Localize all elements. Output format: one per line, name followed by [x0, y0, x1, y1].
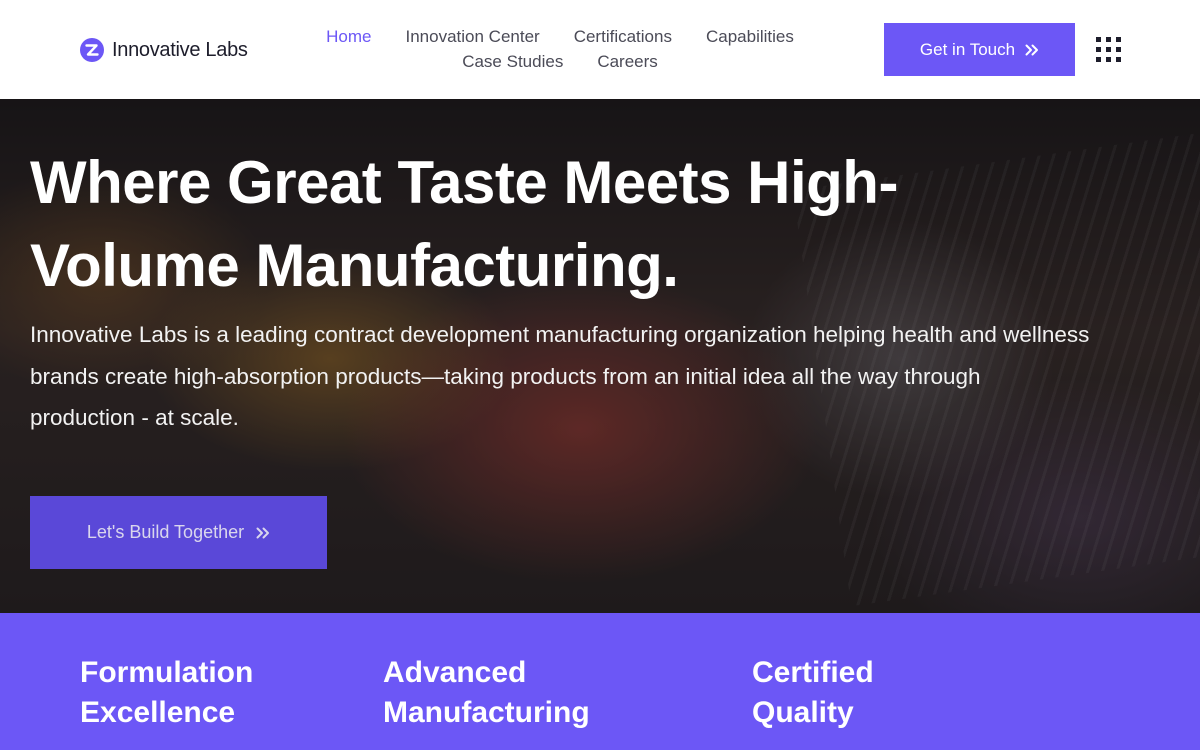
logo-icon [80, 38, 104, 62]
feature-title-line-1: Formulation [80, 656, 254, 689]
get-in-touch-button[interactable]: Get in Touch [884, 23, 1075, 76]
grid-menu-icon[interactable] [1096, 37, 1121, 62]
hero-description: Innovative Labs is a leading contract de… [30, 314, 1180, 439]
main-nav: Home Innovation Center Certifications Ca… [300, 24, 820, 74]
feature-title-line-2: Quality [752, 696, 854, 729]
hero-description-line-3: production - at scale. [30, 405, 239, 430]
features-band: Formulation Excellence Advanced Manufact… [0, 613, 1200, 750]
double-chevron-right-icon [256, 527, 270, 538]
feature-certified-quality: Certified Quality [752, 653, 874, 733]
feature-title-line-2: Excellence [80, 696, 236, 729]
nav-item-certifications[interactable]: Certifications [574, 27, 672, 47]
hero-title-line-1: Where Great Taste Meets High- [30, 149, 898, 216]
nav-item-capabilities[interactable]: Capabilities [706, 27, 794, 47]
lets-build-together-button[interactable]: Let's Build Together [30, 496, 327, 569]
brand-logo[interactable]: Innovative Labs [80, 37, 248, 63]
nav-row-secondary: Case Studies Careers [300, 49, 820, 74]
feature-title-line-2: Manufacturing [383, 696, 590, 729]
nav-row-primary: Home Innovation Center Certifications Ca… [300, 24, 820, 49]
hero-description-line-2: brands create high-absorption products—t… [30, 363, 981, 389]
feature-advanced-manufacturing: Advanced Manufacturing [383, 653, 590, 733]
hero-title: Where Great Taste Meets High- Volume Man… [30, 141, 1030, 307]
nav-item-innovation-center[interactable]: Innovation Center [406, 27, 540, 47]
nav-item-careers[interactable]: Careers [597, 52, 657, 72]
get-in-touch-label: Get in Touch [919, 39, 1016, 59]
feature-formulation-excellence: Formulation Excellence [80, 653, 253, 733]
feature-title-line-1: Certified [752, 656, 874, 689]
brand-name: Innovative Labs [112, 38, 248, 61]
hero-description-line-1: Innovative Labs is a leading contract de… [30, 322, 1090, 347]
nav-item-case-studies[interactable]: Case Studies [462, 52, 563, 72]
nav-item-home[interactable]: Home [326, 27, 371, 47]
double-chevron-right-icon [1025, 44, 1039, 55]
hero-section: Where Great Taste Meets High- Volume Man… [0, 99, 1200, 613]
hero-title-line-2: Volume Manufacturing. [30, 232, 679, 299]
feature-title-line-1: Advanced [383, 656, 527, 689]
site-header: Innovative Labs Home Innovation Center C… [0, 0, 1200, 99]
lets-build-together-label: Let's Build Together [86, 522, 245, 542]
